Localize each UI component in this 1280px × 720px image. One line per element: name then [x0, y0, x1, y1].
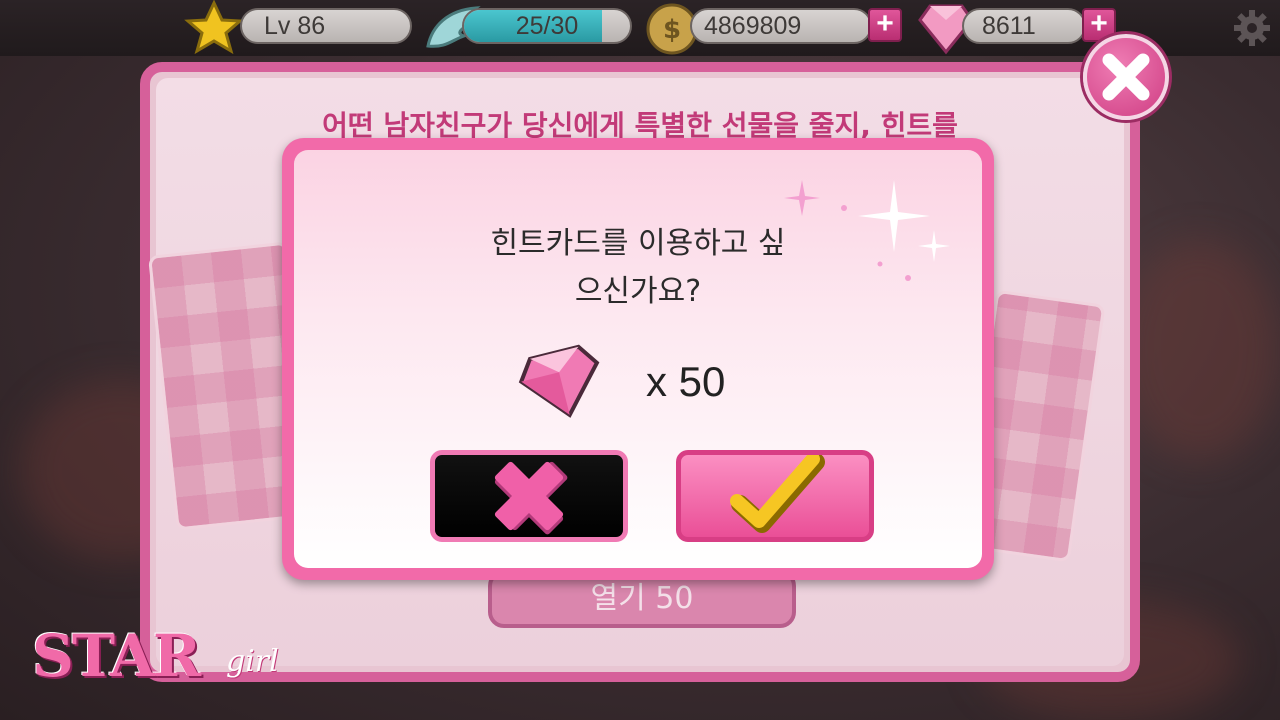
logo-main-text: STAR [32, 622, 201, 690]
gem-cost: x 50 [646, 358, 726, 405]
gem-value: 8611 [982, 12, 1036, 40]
gem-icon [518, 344, 600, 418]
energy-value: 25/30 [515, 12, 579, 40]
level-value: Lv 86 [264, 12, 326, 40]
gear-icon[interactable] [1232, 8, 1272, 48]
add-money-button[interactable]: + [868, 8, 902, 42]
dialog-body: 힌트카드를 이용하고 싶 으신가요? x 50 [294, 150, 982, 568]
dialog-message-line1: 힌트카드를 이용하고 싶 [490, 226, 786, 261]
use-hint-card-dialog: 힌트카드를 이용하고 싶 으신가요? x 50 [282, 138, 994, 580]
cancel-x-icon [494, 461, 568, 535]
logo-sub-text: girl [226, 644, 279, 679]
money-value: 4869809 [704, 12, 802, 40]
dialog-message-line2: 으신가요? [574, 274, 702, 309]
cancel-button[interactable] [430, 450, 628, 542]
close-button[interactable] [1083, 34, 1169, 120]
close-icon [1102, 53, 1150, 101]
checkmark-icon [730, 455, 825, 533]
svg-text:$: $ [663, 15, 681, 45]
gem-display: 8611 [962, 8, 1086, 44]
energy-bar: 25/30 [462, 8, 632, 44]
dialog-message: 힌트카드를 이용하고 싶 으신가요? [294, 220, 982, 316]
level-display: Lv 86 [240, 8, 412, 44]
money-display: 4869809 [690, 8, 872, 44]
star-icon [184, 0, 244, 55]
star-girl-logo: STAR girl [28, 618, 298, 710]
confirm-button[interactable] [676, 450, 874, 542]
